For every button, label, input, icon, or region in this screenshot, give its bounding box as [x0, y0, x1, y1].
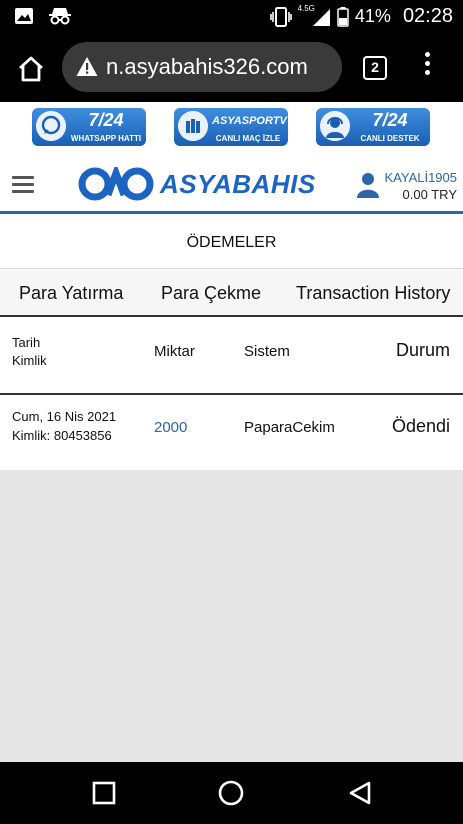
url-text[interactable]: n.asyabahis326.com: [106, 54, 308, 80]
column-header-id: Kimlik: [12, 353, 47, 368]
account-balance: 0.00 TRY: [402, 187, 457, 202]
transactions-table: Tarih Kimlik Miktar Sistem Durum Cum, 16…: [0, 317, 463, 470]
network-type-label: 4.5G: [297, 4, 315, 13]
banner-title: 7/24: [372, 110, 408, 130]
status-bar: 4.5G 41% 02:28: [0, 0, 463, 34]
user-avatar-icon[interactable]: [357, 172, 379, 198]
site-logo[interactable]: ASYABAHIS: [78, 166, 316, 202]
column-header-system: Sistem: [244, 343, 290, 360]
asyasportv-banner[interactable]: ASYASPORTV CANLI MAÇ İZLE: [174, 108, 288, 146]
home-icon[interactable]: [16, 54, 46, 84]
cell-date: Cum, 16 Nis 2021: [12, 409, 117, 424]
column-header-date: Tarih: [12, 335, 41, 350]
logo-text: ASYABAHIS: [160, 168, 316, 199]
payment-tabs: Para Yatırma Para Çekme Transaction Hist…: [0, 269, 463, 317]
table-row: Cum, 16 Nis 2021 Kimlik: 80453856 2000 P…: [0, 395, 463, 470]
cell-system: PaparaCekim: [244, 419, 335, 436]
tab-transaction-history[interactable]: Transaction History: [296, 283, 450, 304]
banner-subtitle: CANLI MAÇ İZLE: [215, 134, 281, 143]
address-bar[interactable]: n.asyabahis326.com: [62, 42, 342, 92]
tab-deposit[interactable]: Para Yatırma: [19, 283, 123, 304]
more-options-icon[interactable]: [420, 52, 434, 84]
whatsapp-banner[interactable]: 7/24 WHATSAPP HATTI: [32, 108, 146, 146]
logo-mark-icon: [78, 167, 154, 201]
promo-banners: 7/24 WHATSAPP HATTI ASYASPORTV CANLI MAÇ…: [0, 106, 463, 150]
home-nav-icon[interactable]: [218, 780, 244, 806]
page-title: ÖDEMELER: [0, 217, 463, 269]
system-navigation-bar: [0, 762, 463, 824]
incognito-icon: [49, 8, 71, 25]
clock: 02:28: [402, 5, 453, 27]
cell-amount: 2000: [154, 419, 188, 436]
table-header: Tarih Kimlik Miktar Sistem Durum: [0, 317, 463, 395]
tab-withdrawal[interactable]: Para Çekme: [161, 283, 261, 304]
battery-icon: [337, 6, 349, 27]
tab-switcher-button[interactable]: 2: [363, 56, 387, 80]
image-notification-icon: [15, 8, 33, 24]
column-header-status: Durum: [395, 340, 450, 360]
web-page: 7/24 WHATSAPP HATTI ASYASPORTV CANLI MAÇ…: [0, 102, 463, 762]
banner-title: 7/24: [88, 110, 124, 130]
vibrate-icon: [269, 6, 292, 27]
hamburger-menu-icon[interactable]: [12, 176, 34, 194]
whatsapp-icon: [36, 111, 66, 141]
browser-toolbar: n.asyabahis326.com 2: [0, 34, 463, 102]
battery-percent: 41%: [354, 6, 391, 26]
warning-icon[interactable]: [76, 56, 98, 78]
banner-subtitle: WHATSAPP HATTI: [70, 134, 142, 143]
column-header-amount: Miktar: [154, 343, 195, 360]
cell-id: Kimlik: 80453856: [12, 428, 112, 443]
site-header: ASYABAHIS KAYALİ1905 0.00 TRY: [0, 152, 463, 214]
back-icon[interactable]: [347, 780, 373, 806]
banner-subtitle: CANLI DESTEK: [360, 134, 420, 143]
username-link[interactable]: KAYALİ1905: [384, 170, 457, 185]
cell-status: Ödendi: [391, 416, 450, 436]
banner-title: ASYASPORTV: [212, 115, 287, 127]
tv-logo-icon: [178, 111, 208, 141]
recents-icon[interactable]: [91, 780, 117, 806]
support-agent-icon: [320, 111, 350, 141]
live-support-banner[interactable]: 7/24 CANLI DESTEK: [316, 108, 430, 146]
